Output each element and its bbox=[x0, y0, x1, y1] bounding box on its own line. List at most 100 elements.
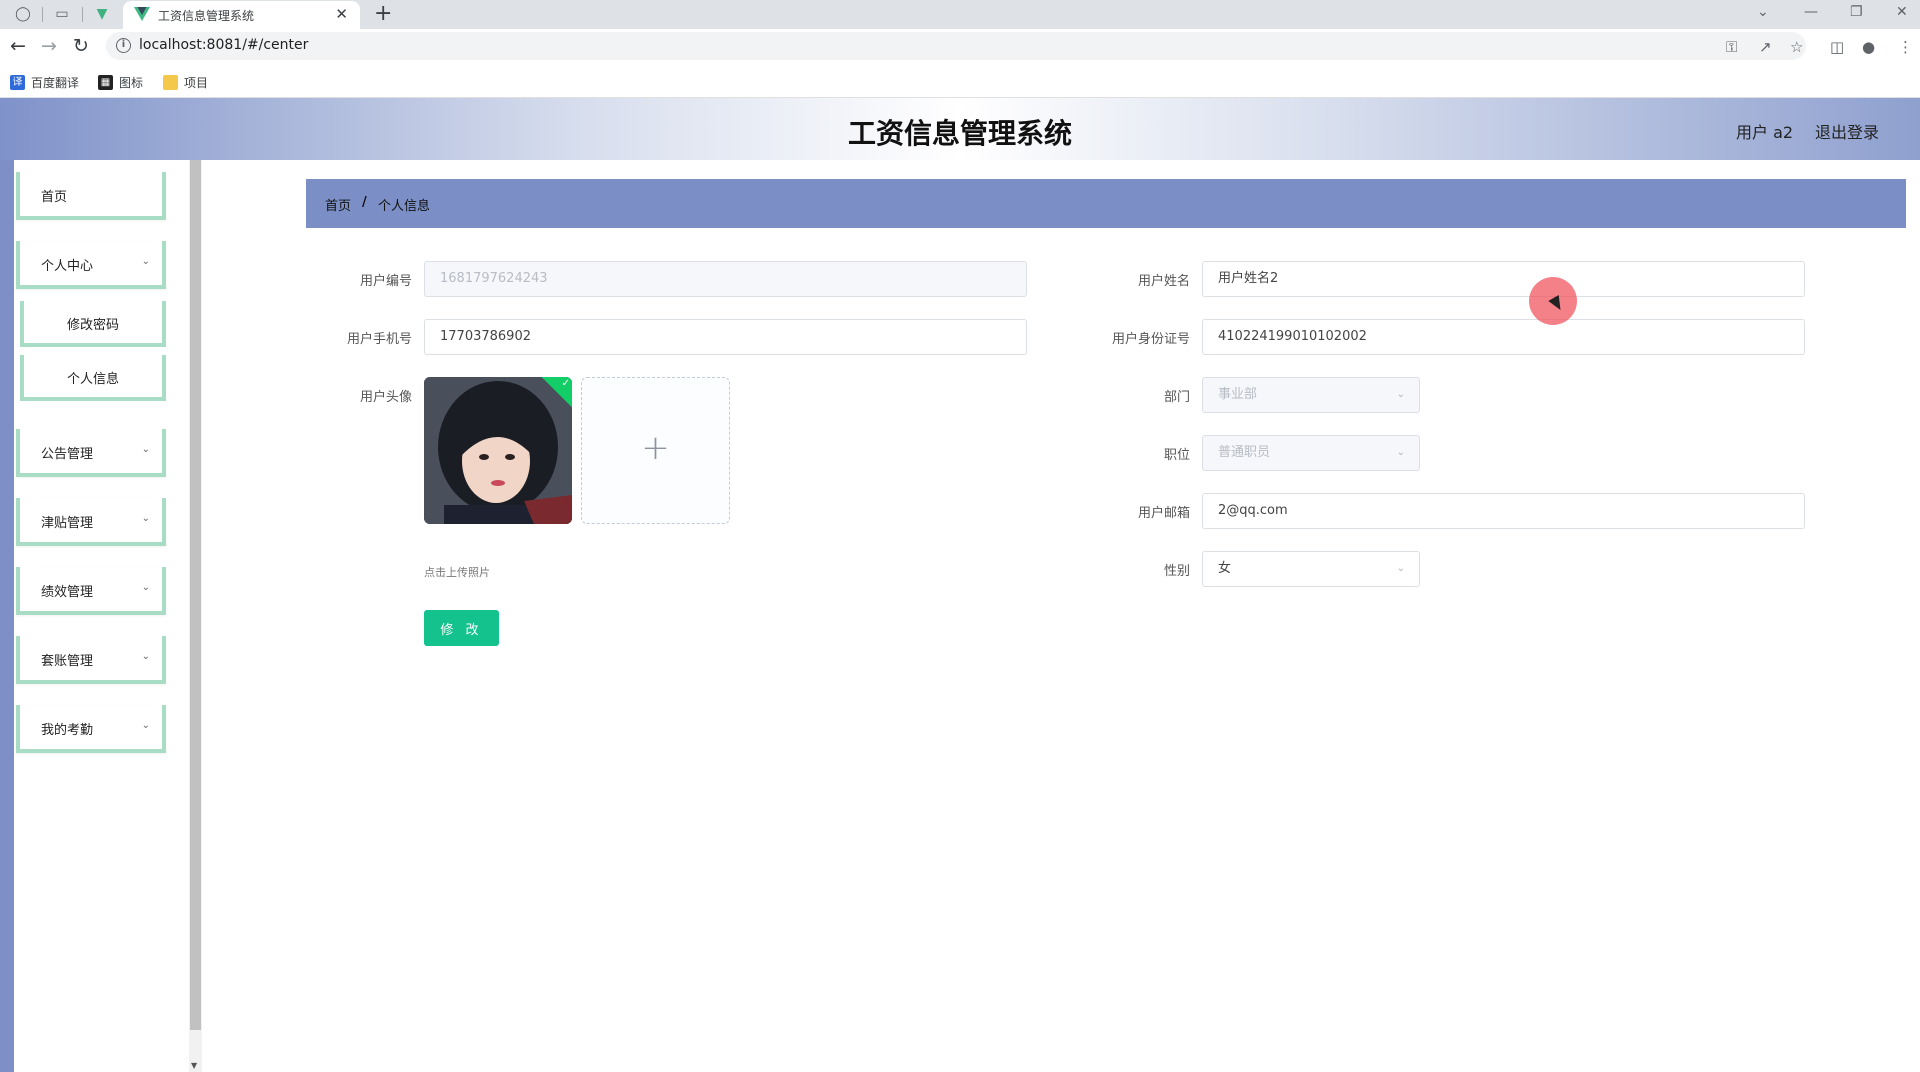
avatar-upload-button[interactable]: + bbox=[581, 377, 730, 524]
sidebar-item-my-attendance[interactable]: 我的考勤 ⌄ bbox=[16, 705, 166, 753]
chevron-down-icon: ⌄ bbox=[141, 720, 150, 731]
sidebar-item-account-set-management[interactable]: 套账管理 ⌄ bbox=[16, 636, 166, 684]
user-name-input[interactable]: 用户姓名2 bbox=[1202, 261, 1805, 297]
sidebar-item-label: 绩效管理 bbox=[41, 585, 94, 600]
chevron-down-icon: ⌄ bbox=[141, 582, 150, 593]
tab-separator bbox=[82, 7, 83, 22]
browser-tab-active[interactable]: 工资信息管理系统 ✕ bbox=[123, 1, 360, 29]
sidebar-item-performance-management[interactable]: 绩效管理 ⌄ bbox=[16, 567, 166, 615]
star-icon[interactable]: ☆ bbox=[1790, 38, 1803, 56]
check-icon: ✓ bbox=[561, 377, 570, 389]
chevron-down-icon: ⌄ bbox=[1396, 447, 1405, 458]
logout-link[interactable]: 退出登录 bbox=[1815, 119, 1879, 143]
gender-value: 女 bbox=[1218, 561, 1232, 576]
url-text: localhost:8081/#/center bbox=[139, 37, 309, 53]
minimize-icon[interactable]: — bbox=[1804, 4, 1818, 20]
breadcrumb-home[interactable]: 首页 bbox=[325, 195, 351, 214]
email-input[interactable]: 2@qq.com bbox=[1202, 493, 1805, 529]
blank-tab-icon[interactable]: ▭ bbox=[52, 4, 72, 24]
scroll-down-arrow-icon[interactable]: ▼ bbox=[191, 1061, 197, 1070]
upload-tip: 点击上传照片 bbox=[424, 566, 490, 579]
scrollbar-thumb[interactable] bbox=[190, 160, 201, 1030]
position-value: 普通职员 bbox=[1218, 445, 1271, 460]
vue-logo-icon bbox=[134, 7, 150, 21]
plus-icon: + bbox=[641, 428, 670, 468]
sidebar-item-label: 个人信息 bbox=[66, 372, 119, 387]
dept-label: 部门 bbox=[1163, 390, 1190, 405]
globe-icon[interactable]: ◯ bbox=[13, 4, 33, 24]
app-title: 工资信息管理系统 bbox=[847, 117, 1072, 150]
chevron-down-icon: ⌄ bbox=[141, 256, 150, 267]
user-no-label: 用户编号 bbox=[359, 274, 412, 289]
close-icon[interactable]: ✕ bbox=[335, 5, 348, 23]
chevron-down-icon: ⌄ bbox=[1396, 563, 1405, 574]
tab-separator bbox=[42, 7, 43, 22]
info-icon[interactable]: i bbox=[116, 38, 131, 53]
dept-select[interactable]: 事业部 ⌄ bbox=[1202, 377, 1420, 413]
id-card-input[interactable]: 410224199010102002 bbox=[1202, 319, 1805, 355]
image-icon: ▦ bbox=[98, 75, 113, 90]
submit-button[interactable]: 修 改 bbox=[424, 610, 499, 646]
forward-arrow-icon[interactable]: → bbox=[41, 35, 57, 57]
profile-icon[interactable]: ● bbox=[1862, 38, 1875, 56]
sidebar-item-label: 首页 bbox=[41, 190, 68, 205]
current-user-label: 用户 a2 bbox=[1736, 123, 1794, 142]
address-bar: ← → ↻ i localhost:8081/#/center ⚿ ↗ ☆ ◫ … bbox=[0, 29, 1920, 65]
gender-label: 性别 bbox=[1163, 564, 1190, 579]
avatar[interactable]: ✓ bbox=[424, 377, 572, 524]
browser-tab-bar: ◯ ▭ ▼ 工资信息管理系统 ✕ + ⌄ — ❐ ✕ bbox=[0, 0, 1920, 29]
user-no-input[interactable]: 1681797624243 bbox=[424, 261, 1027, 297]
new-tab-button[interactable]: + bbox=[374, 1, 392, 26]
breadcrumb-current: 个人信息 bbox=[378, 199, 431, 214]
chevron-down-icon[interactable]: ⌄ bbox=[1757, 4, 1769, 20]
avatar-photo bbox=[424, 377, 572, 524]
folder-icon bbox=[163, 75, 178, 90]
sidebar-item-home[interactable]: 首页 bbox=[16, 172, 166, 220]
sidebar-item-label: 津贴管理 bbox=[41, 516, 94, 531]
sidebar-item-notice-management[interactable]: 公告管理 ⌄ bbox=[16, 429, 166, 477]
bookmarks-bar: 译 百度翻译 ▦ 图标 项目 bbox=[0, 65, 1920, 98]
gender-select[interactable]: 女 ⌄ bbox=[1202, 551, 1420, 587]
sidebar-item-label: 套账管理 bbox=[41, 654, 94, 669]
position-select[interactable]: 普通职员 ⌄ bbox=[1202, 435, 1420, 471]
app-header: 工资信息管理系统 用户 a2 退出登录 bbox=[0, 98, 1920, 160]
id-card-label: 用户身份证号 bbox=[1111, 332, 1190, 347]
chevron-down-icon: ⌄ bbox=[141, 513, 150, 524]
vue-tab-icon[interactable]: ▼ bbox=[92, 4, 112, 24]
bookmark-label: 项目 bbox=[184, 76, 209, 90]
url-field[interactable]: i localhost:8081/#/center bbox=[106, 32, 1806, 60]
bookmark-item[interactable]: 译 百度翻译 bbox=[10, 74, 79, 91]
user-name-label: 用户姓名 bbox=[1137, 274, 1190, 289]
restore-icon[interactable]: ❐ bbox=[1850, 4, 1863, 20]
share-icon[interactable]: ↗ bbox=[1759, 38, 1772, 56]
tab-title: 工资信息管理系统 bbox=[158, 9, 255, 23]
sidebar-scrollbar[interactable]: ▼ bbox=[189, 160, 202, 1072]
chevron-down-icon: ⌄ bbox=[1396, 389, 1405, 400]
position-label: 职位 bbox=[1163, 448, 1190, 463]
bookmark-label: 百度翻译 bbox=[31, 76, 80, 90]
window-close-icon[interactable]: ✕ bbox=[1896, 4, 1908, 20]
sidebar-item-allowance-management[interactable]: 津贴管理 ⌄ bbox=[16, 498, 166, 546]
sidebar-item-change-password[interactable]: 修改密码 bbox=[20, 301, 166, 347]
back-arrow-icon[interactable]: ← bbox=[10, 35, 26, 57]
sidebar-item-label: 公告管理 bbox=[41, 447, 94, 462]
email-label: 用户邮箱 bbox=[1137, 506, 1190, 521]
more-menu-icon[interactable]: ⋮ bbox=[1898, 38, 1913, 56]
sidebar-panel bbox=[14, 160, 189, 1072]
breadcrumb-separator: / bbox=[362, 195, 367, 210]
breadcrumb: 首页 / 个人信息 bbox=[306, 179, 1906, 228]
side-panel-icon[interactable]: ◫ bbox=[1830, 38, 1844, 56]
translate-icon: 译 bbox=[10, 75, 25, 90]
bookmark-item[interactable]: ▦ 图标 bbox=[98, 74, 143, 91]
sidebar-item-personal-center[interactable]: 个人中心 ⌄ bbox=[16, 241, 166, 289]
reload-icon[interactable]: ↻ bbox=[73, 35, 89, 57]
key-icon[interactable]: ⚿ bbox=[1726, 38, 1737, 56]
sidebar-item-label: 个人中心 bbox=[41, 259, 94, 274]
phone-input[interactable]: 17703786902 bbox=[424, 319, 1027, 355]
chevron-down-icon: ⌄ bbox=[141, 651, 150, 662]
bookmark-label: 图标 bbox=[119, 76, 144, 90]
sidebar-item-personal-info[interactable]: 个人信息 bbox=[20, 355, 166, 401]
dept-value: 事业部 bbox=[1218, 387, 1258, 402]
bookmark-item[interactable]: 项目 bbox=[163, 74, 208, 91]
sidebar-item-label: 我的考勤 bbox=[41, 723, 94, 738]
